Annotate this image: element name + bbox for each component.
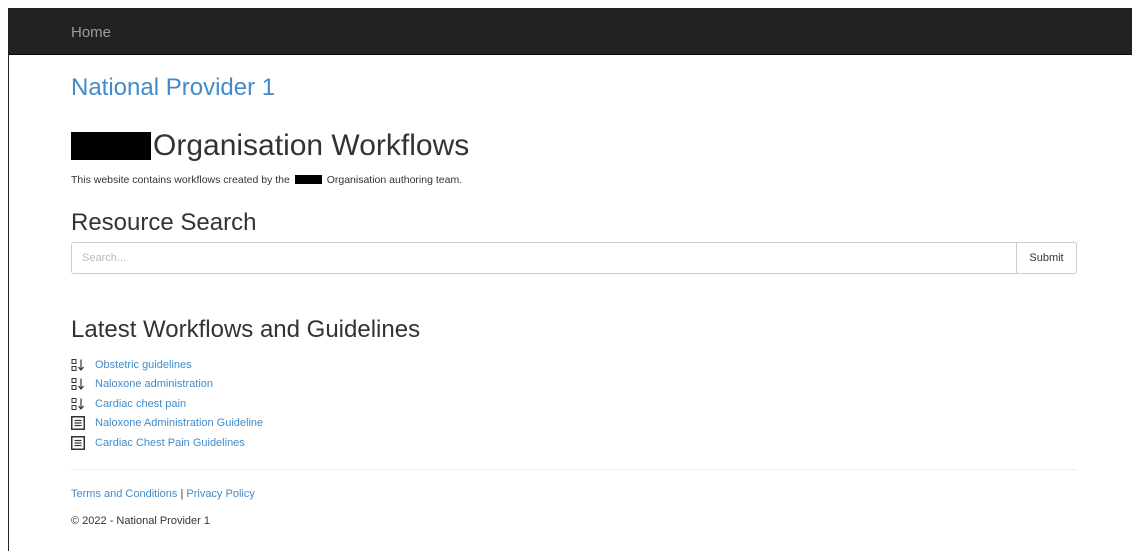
footer-divider (71, 468, 1077, 470)
copyright-text: © 2022 - National Provider 1 (71, 514, 210, 527)
list-item: Naloxone Administration Guideline (71, 414, 1077, 434)
search-input[interactable] (71, 242, 1016, 274)
main-container: National Provider 1 Organisation Workflo… (71, 55, 1077, 528)
latest-heading: Latest Workflows and Guidelines (71, 316, 421, 343)
document-icon (71, 416, 85, 431)
resource-search-heading: Resource Search (71, 209, 257, 236)
footer-separator: | (180, 487, 184, 500)
document-icon (71, 435, 85, 450)
top-navbar: Home (9, 9, 1132, 55)
workflow-icon (71, 358, 85, 372)
redaction-block (71, 132, 151, 160)
page-title: Organisation Workflows (153, 129, 470, 162)
intro-text-before: This website contains workflows created … (71, 174, 290, 186)
terms-link[interactable]: Terms and Conditions (71, 488, 177, 500)
workflow-link-naloxone[interactable]: Naloxone administration (95, 378, 213, 390)
page-title-row: Organisation Workflows (71, 127, 1077, 165)
list-item: Cardiac Chest Pain Guidelines (71, 433, 1077, 453)
workflow-icon (71, 377, 85, 391)
nav-home-link[interactable]: Home (71, 24, 111, 41)
submit-button[interactable]: Submit (1016, 242, 1077, 274)
provider-name-link[interactable]: National Provider 1 (71, 74, 1077, 102)
intro-text: This website contains workflows created … (71, 173, 1077, 187)
workflow-link-obstetric[interactable]: Obstetric guidelines (95, 359, 192, 371)
browser-viewport: Home National Provider 1 Organisation Wo… (8, 8, 1132, 551)
workflow-link-cardiac[interactable]: Cardiac chest pain (95, 398, 186, 410)
list-item: Obstetric guidelines (71, 355, 1077, 375)
list-item: Cardiac chest pain (71, 394, 1077, 414)
search-form: Submit (71, 242, 1077, 274)
privacy-link[interactable]: Privacy Policy (186, 488, 254, 500)
guideline-link-naloxone[interactable]: Naloxone Administration Guideline (95, 417, 263, 429)
guideline-link-cardiac[interactable]: Cardiac Chest Pain Guidelines (95, 437, 245, 449)
redaction-block-small (294, 175, 322, 184)
footer-links: Terms and Conditions | Privacy Policy (71, 487, 1077, 501)
latest-list: Obstetric guidelines Naloxone administra… (71, 355, 1077, 453)
workflow-icon (71, 397, 85, 411)
list-item: Naloxone administration (71, 375, 1077, 395)
intro-text-after: Organisation authoring team. (326, 174, 463, 186)
